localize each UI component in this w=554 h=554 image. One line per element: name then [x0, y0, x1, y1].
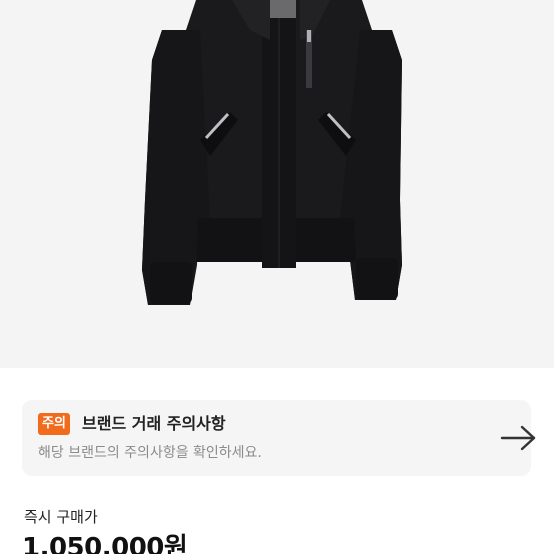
arrow-right-icon[interactable] — [498, 424, 538, 452]
product-page: 주의 브랜드 거래 주의사항 해당 브랜드의 주의사항을 확인하세요. 즉시 구… — [0, 0, 554, 554]
jacket-illustration — [142, 0, 402, 305]
instant-buy-price: 1,050,000원 — [22, 533, 188, 554]
notice-title: 브랜드 거래 주의사항 — [82, 414, 226, 433]
product-image[interactable] — [0, 0, 554, 368]
brand-notice-card[interactable]: 주의 브랜드 거래 주의사항 해당 브랜드의 주의사항을 확인하세요. — [22, 400, 536, 476]
notice-description: 해당 브랜드의 주의사항을 확인하세요. — [38, 445, 262, 461]
caution-badge: 주의 — [38, 413, 70, 435]
instant-buy-price-label: 즉시 구매가 — [24, 508, 98, 526]
